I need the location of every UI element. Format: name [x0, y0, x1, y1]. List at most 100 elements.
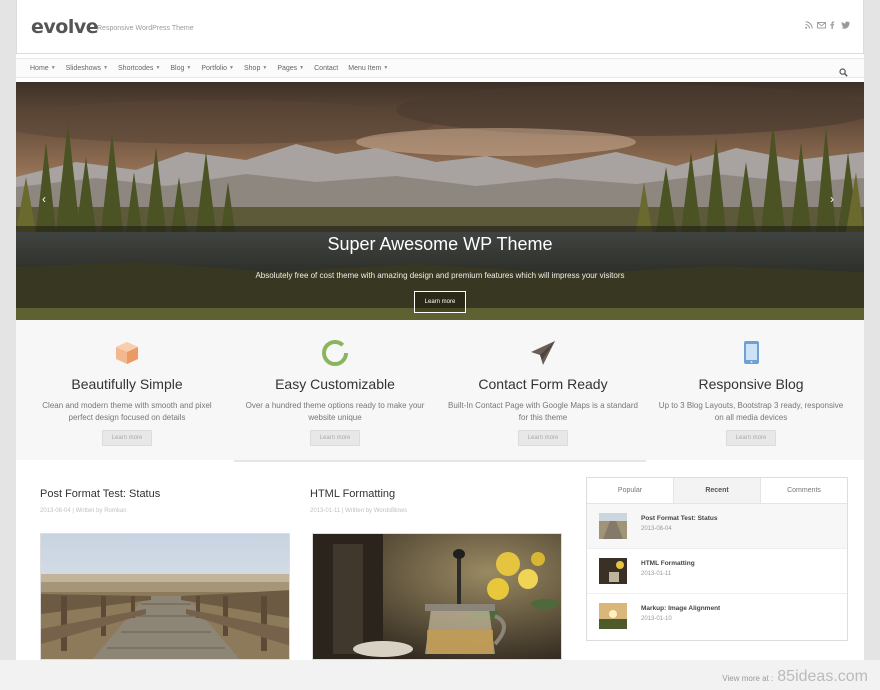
nav-item-menu-item[interactable]: Menu Item ▼ [348, 65, 388, 72]
post-date: 2013-01-11 [310, 508, 341, 514]
nav-label: Portfolio [201, 64, 228, 72]
nav-item-shop[interactable]: Shop ▼ [244, 65, 267, 72]
widget-post-title: Post Format Test: Status [641, 515, 718, 522]
post-author-prefix: Written by [75, 508, 103, 514]
post-author-link[interactable]: WordsBlows [374, 508, 407, 514]
slider-prev-arrow-icon[interactable]: ‹ [42, 192, 46, 206]
list-item[interactable]: Post Format Test: Status 2013-08-04 [587, 504, 847, 549]
chevron-down-icon: ▼ [103, 65, 109, 71]
post-thumbnail [599, 513, 627, 539]
post-meta: 2013-01-11 | Written by WordsBlows [310, 508, 407, 514]
widget-post-date: 2013-01-11 [641, 571, 672, 577]
feature-description: Over a hundred theme options ready to ma… [245, 401, 425, 422]
tab-comments[interactable]: Comments [761, 478, 847, 503]
bridge-image [41, 534, 289, 659]
watermark: View more at : 85ideas.com [722, 668, 868, 686]
nav-label: Contact [314, 64, 339, 72]
hero-slider: Super Awesome WP Theme Absolutely free o… [16, 82, 864, 320]
post-card: Post Format Test: Status 2013-08-04 | Wr… [40, 488, 290, 660]
nav-label: Home [30, 64, 49, 72]
post-author-prefix: Written by [345, 508, 373, 514]
widget-post-title: HTML Formatting [641, 560, 695, 567]
rss-icon[interactable] [805, 16, 813, 29]
feature-responsive-blog: Responsive Blog Up to 3 Blog Layouts, Bo… [648, 320, 854, 446]
send-icon [531, 341, 555, 365]
nav-label: Slideshows [65, 64, 102, 72]
slide-subtitle: Absolutely free of cost theme with amazi… [255, 271, 625, 280]
slide-learn-more-button[interactable]: Learn more [414, 291, 466, 313]
widget-post-title: Markup: Image Alignment [641, 605, 721, 612]
chevron-down-icon: ▼ [155, 65, 161, 71]
chevron-down-icon: ▼ [383, 65, 389, 71]
social-icons [805, 16, 850, 29]
nav-item-shortcodes[interactable]: Shortcodes ▼ [118, 65, 160, 72]
chevron-down-icon: ▼ [50, 65, 56, 71]
feature-learn-more-button[interactable]: Learn more [518, 430, 568, 446]
chevron-down-icon: ▼ [229, 65, 234, 71]
post-thumbnail [599, 603, 627, 629]
nav-label: Shortcodes [118, 64, 154, 72]
feature-title: Easy Customizable [275, 376, 395, 392]
post-featured-image[interactable] [40, 533, 290, 660]
widget-tabs: Popular Recent Comments [587, 478, 847, 504]
post-author-link[interactable]: Romkan [104, 508, 126, 514]
feature-learn-more-button[interactable]: Learn more [310, 430, 360, 446]
nav-label: Pages [277, 64, 298, 72]
feature-beautifully-simple: Beautifully Simple Clean and modern them… [24, 320, 230, 446]
site-tagline: Responsive WordPress Theme [97, 25, 194, 32]
chevron-down-icon: ▼ [262, 65, 268, 71]
nav-item-slideshows[interactable]: Slideshows ▼ [66, 65, 108, 72]
tab-recent[interactable]: Recent [673, 478, 761, 503]
feature-learn-more-button[interactable]: Learn more [102, 430, 152, 446]
watermark-site: 85ideas.com [777, 668, 868, 685]
widget-post-date: 2013-08-04 [641, 526, 672, 532]
feature-easy-customizable: Easy Customizable Over a hundred theme o… [232, 320, 438, 446]
site-header: evolve Responsive WordPress Theme [16, 0, 864, 54]
feature-title: Contact Form Ready [478, 376, 608, 392]
nav-item-blog[interactable]: Blog ▼ [170, 65, 191, 72]
nav-item-portfolio[interactable]: Portfolio ▼ [201, 65, 234, 72]
post-title-link[interactable]: Post Format Test: Status [40, 488, 160, 500]
feature-description: Built-In Contact Page with Google Maps i… [448, 401, 638, 422]
feature-description: Up to 3 Blog Layouts, Bootstrap 3 ready,… [658, 401, 844, 422]
search-icon[interactable] [839, 64, 848, 77]
main-navigation: Home ▼ Slideshows ▼ Shortcodes ▼ Blog ▼ Port… [16, 58, 864, 78]
post-featured-image[interactable] [312, 533, 562, 660]
facebook-icon[interactable] [829, 16, 837, 29]
section-divider [234, 460, 646, 462]
chevron-down-icon: ▼ [186, 65, 192, 71]
feature-learn-more-button[interactable]: Learn more [726, 430, 776, 446]
post-title-link[interactable]: HTML Formatting [310, 488, 407, 500]
tablet-icon [744, 341, 759, 364]
list-item[interactable]: Markup: Image Alignment 2013-01-10 [587, 594, 847, 639]
circle-icon [322, 340, 348, 366]
feature-title: Responsive Blog [698, 376, 804, 392]
list-item[interactable]: HTML Formatting 2013-01-11 [587, 549, 847, 594]
feature-description: Clean and modern theme with smooth and p… [42, 401, 212, 422]
slide-title: Super Awesome WP Theme [327, 234, 553, 254]
post-meta: 2013-08-04 | Written by Romkan [40, 508, 160, 514]
cube-icon [116, 342, 138, 364]
nav-item-home[interactable]: Home ▼ [30, 65, 56, 72]
twitter-icon[interactable] [841, 16, 850, 29]
nav-item-pages[interactable]: Pages ▼ [277, 65, 304, 72]
post-thumbnail [599, 558, 627, 584]
teapot-image [313, 534, 561, 659]
page: evolve Responsive WordPress Theme Home ▼ … [16, 0, 864, 690]
feature-contact-form-ready: Contact Form Ready Built-In Contact Page… [440, 320, 646, 446]
site-logo[interactable]: evolve [31, 16, 99, 38]
widget-post-date: 2013-01-10 [641, 616, 672, 622]
email-icon[interactable] [817, 16, 826, 29]
nav-label: Blog [170, 64, 185, 72]
post-date: 2013-08-04 [40, 508, 71, 514]
slider-next-arrow-icon[interactable]: › [830, 192, 834, 206]
nav-label: Shop [244, 64, 261, 72]
chevron-down-icon: ▼ [299, 65, 305, 71]
feature-title: Beautifully Simple [71, 376, 183, 392]
nav-item-contact[interactable]: Contact [314, 65, 338, 72]
post-card: HTML Formatting 2013-01-11 | Written by … [310, 488, 562, 660]
tabs-widget: Popular Recent Comments Post Format Test… [586, 477, 848, 641]
tab-popular[interactable]: Popular [587, 478, 673, 503]
nav-label: Menu Item [348, 64, 382, 72]
watermark-prefix: View more at : [722, 674, 774, 683]
